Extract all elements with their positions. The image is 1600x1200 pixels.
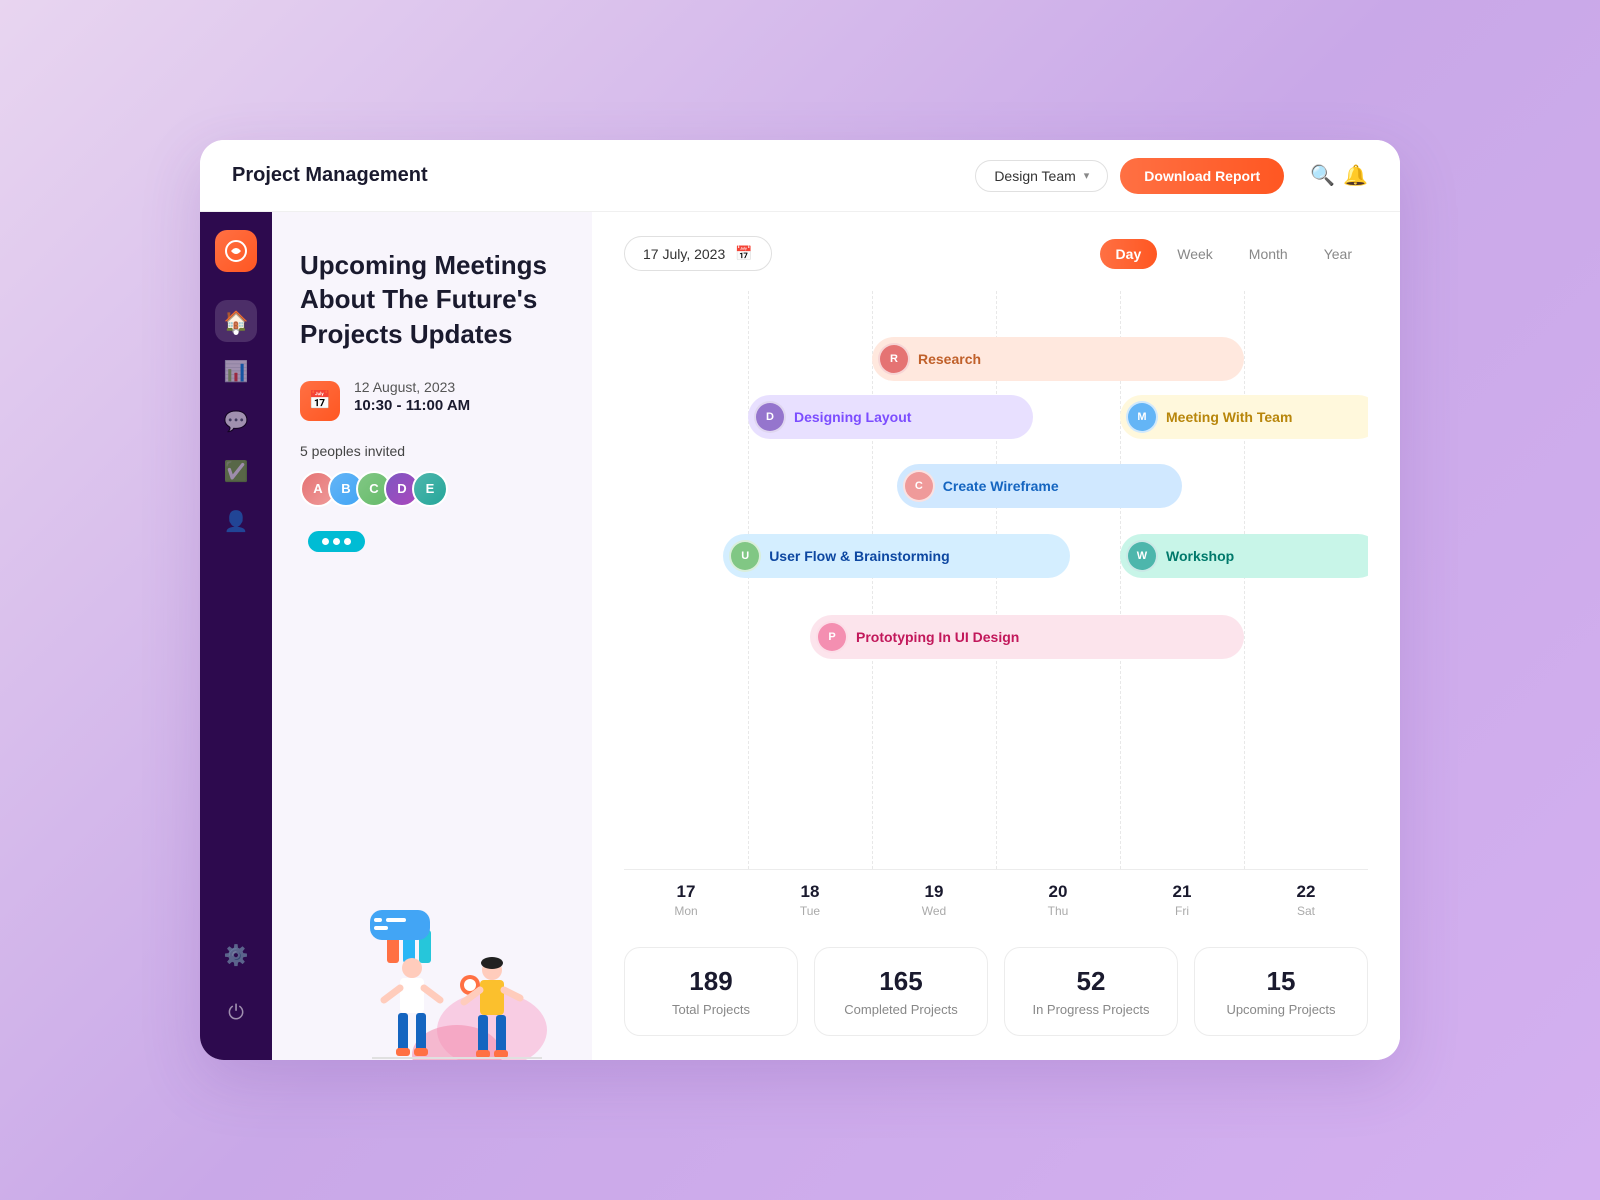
day-label: 18 Tue: [748, 870, 872, 929]
stat-upcoming-num: 15: [1267, 966, 1296, 997]
search-button[interactable]: 🔍: [1310, 163, 1335, 188]
day-label: 22 Sat: [1244, 870, 1368, 929]
stat-inprogress-num: 52: [1077, 966, 1106, 997]
logo: [215, 230, 257, 272]
calendar-icon: 📅: [735, 245, 752, 262]
day-label: 19 Wed: [872, 870, 996, 929]
notification-button[interactable]: 🔔: [1343, 163, 1368, 188]
sidebar-item-person[interactable]: 👤: [215, 500, 257, 542]
avatars-row: A B C D E: [300, 471, 564, 507]
stats-row: 189 Total Projects 165 Completed Project…: [624, 929, 1368, 1060]
download-report-button[interactable]: Download Report: [1120, 158, 1284, 194]
meeting-heading: Upcoming Meetings About The Future's Pro…: [300, 248, 564, 351]
gantt-col-4: [996, 291, 1120, 869]
sidebar: 🏠 📊 💬 ✅ 👤 ⚙️ ⏻: [200, 212, 272, 1060]
day-label: 21 Fri: [1120, 870, 1244, 929]
invited-label: 5 peoples invited: [300, 443, 564, 459]
meeting-date: 12 August, 2023: [354, 379, 470, 395]
topbar: Project Management Design Team ▾ Downloa…: [200, 140, 1400, 212]
team-dropdown-label: Design Team: [994, 168, 1075, 184]
main-card: Project Management Design Team ▾ Downloa…: [200, 140, 1400, 1060]
stat-completed-num: 165: [879, 966, 922, 997]
gantt-col-3: [872, 291, 996, 869]
stat-upcoming: 15 Upcoming Projects: [1194, 947, 1368, 1036]
tab-year[interactable]: Year: [1308, 239, 1368, 269]
right-panel: 17 July, 2023 📅 Day Week Month Year: [592, 212, 1400, 1060]
calendar-header: 17 July, 2023 📅 Day Week Month Year: [624, 236, 1368, 271]
current-date: 17 July, 2023: [643, 246, 725, 262]
day-label: 20 Thu: [996, 870, 1120, 929]
calendar-icon: 📅: [300, 381, 340, 421]
page-title: Project Management: [232, 164, 975, 187]
stat-completed: 165 Completed Projects: [814, 947, 988, 1036]
stat-upcoming-label: Upcoming Projects: [1226, 1002, 1335, 1017]
date-text-block: 12 August, 2023 10:30 - 11:00 AM: [354, 379, 470, 414]
day-labels: 17 Mon 18 Tue 19 Wed 20 Thu: [624, 869, 1368, 929]
illustration-area: [300, 560, 564, 1060]
tab-month[interactable]: Month: [1233, 239, 1304, 269]
stat-total-label: Total Projects: [672, 1002, 750, 1017]
day-label: 17 Mon: [624, 870, 748, 929]
sidebar-item-settings[interactable]: ⚙️: [215, 934, 257, 976]
date-pill[interactable]: 17 July, 2023 📅: [624, 236, 772, 271]
gantt-area: RResearchDDesigning LayoutMMeeting With …: [624, 291, 1368, 929]
stat-inprogress-label: In Progress Projects: [1032, 1002, 1149, 1017]
gantt-col-5: [1120, 291, 1244, 869]
sidebar-item-power[interactable]: ⏻: [215, 992, 257, 1034]
tab-week[interactable]: Week: [1161, 239, 1229, 269]
tab-day[interactable]: Day: [1100, 239, 1158, 269]
team-dropdown[interactable]: Design Team ▾: [975, 160, 1108, 192]
left-panel: Upcoming Meetings About The Future's Pro…: [272, 212, 592, 1060]
stat-inprogress: 52 In Progress Projects: [1004, 947, 1178, 1036]
stat-completed-label: Completed Projects: [844, 1002, 957, 1017]
stat-total: 189 Total Projects: [624, 947, 798, 1036]
illustration: [312, 880, 552, 1060]
stat-total-num: 189: [689, 966, 732, 997]
gantt-col-1: [624, 291, 748, 869]
sidebar-bottom: ⚙️ ⏻: [215, 934, 257, 1042]
view-tabs: Day Week Month Year: [1100, 239, 1368, 269]
sidebar-item-task[interactable]: ✅: [215, 450, 257, 492]
meeting-time: 10:30 - 11:00 AM: [354, 397, 470, 414]
chevron-down-icon: ▾: [1084, 169, 1090, 182]
gantt-col-2: [748, 291, 872, 869]
gantt-grid: [624, 291, 1368, 869]
avatar: E: [412, 471, 448, 507]
chat-bubble: [308, 531, 365, 552]
gantt-col-6: [1244, 291, 1368, 869]
sidebar-item-home[interactable]: 🏠: [215, 300, 257, 342]
sidebar-item-chat[interactable]: 💬: [215, 400, 257, 442]
sidebar-item-chart[interactable]: 📊: [215, 350, 257, 392]
meeting-date-row: 📅 12 August, 2023 10:30 - 11:00 AM: [300, 379, 564, 421]
body-row: 🏠 📊 💬 ✅ 👤 ⚙️ ⏻ Upcoming Meetings About T…: [200, 212, 1400, 1060]
